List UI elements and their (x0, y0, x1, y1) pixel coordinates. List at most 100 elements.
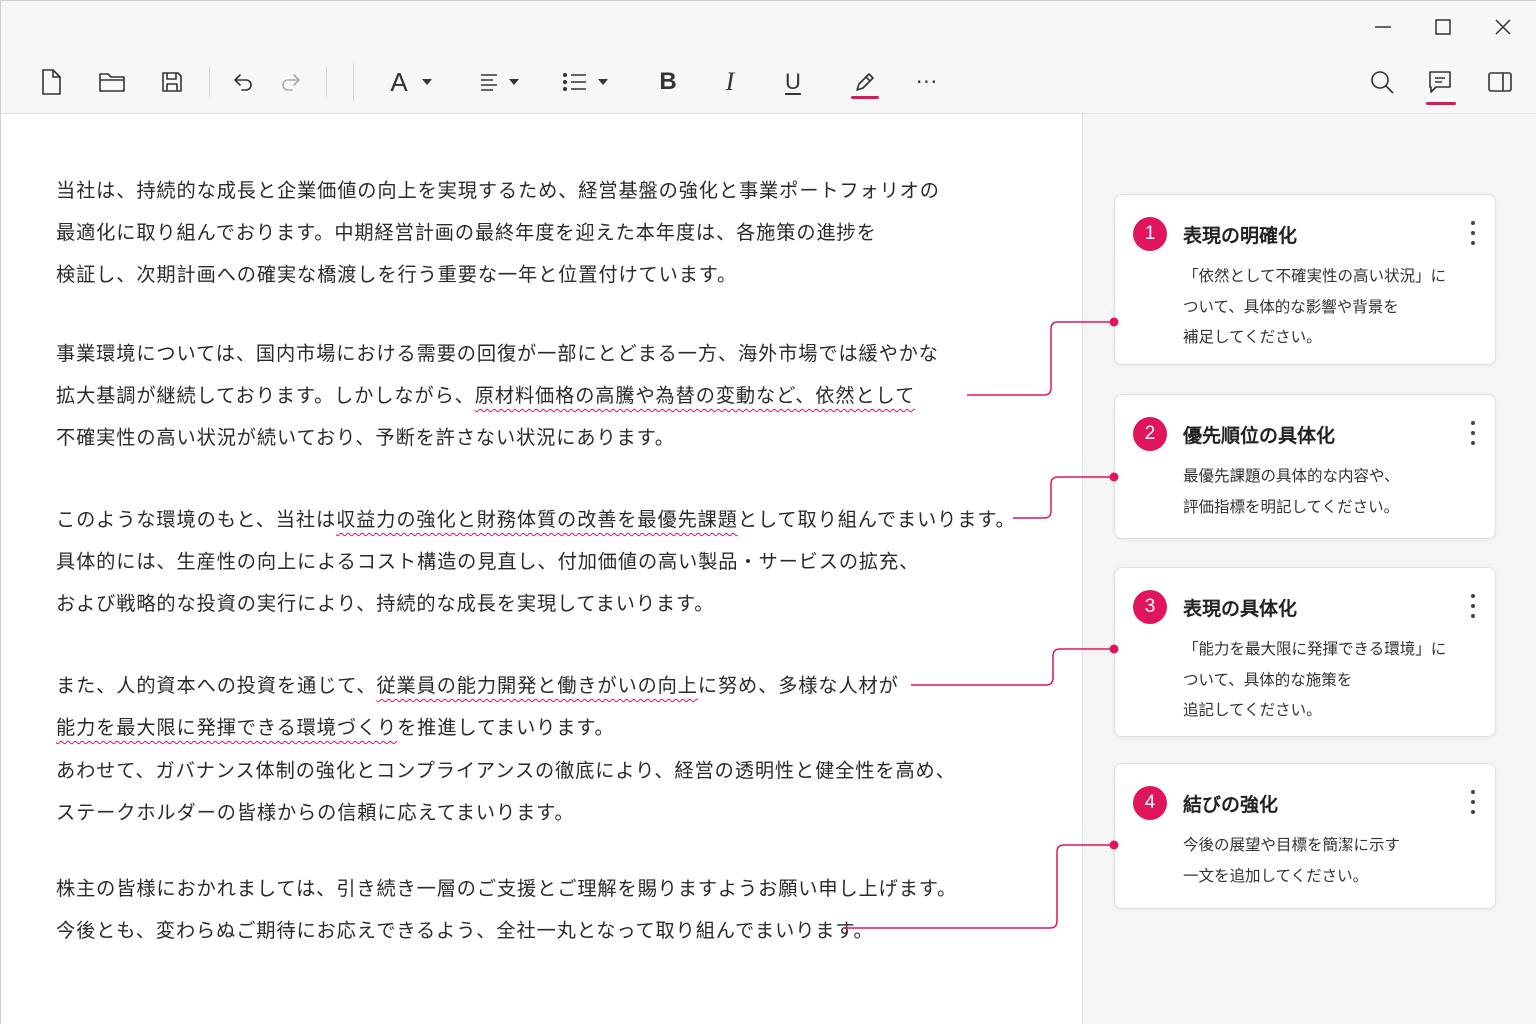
maximize-icon (1435, 19, 1451, 35)
paragraph-line: 検証し、次期計画への確実な橋渡しを行う重要な一年と位置付けています。 (56, 263, 738, 286)
comment-title: 優先順位の具体化 (1183, 425, 1336, 447)
comment-body: 今後の展望や目標を簡潔に示す 一文を追加してください。 (1183, 830, 1400, 891)
comment-number-badge: 4 (1133, 786, 1167, 820)
maximize-button[interactable] (1423, 11, 1463, 43)
comment-card-4[interactable]: 4 結びの強化 今後の展望や目標を簡潔に示す 一文を追加してください。 (1114, 763, 1496, 909)
flagged-phrase-3a[interactable]: 従業員の能力開発と働きがいの向上 (376, 674, 697, 697)
underline-button[interactable]: U (779, 63, 807, 101)
paragraph-line: 拡大基調が継続しております。しかしながら、原材料価格の高騰や為替の変動など、依然… (56, 380, 915, 408)
comment-body-line: 最優先課題の具体的な内容や、 (1183, 467, 1400, 485)
kebab-menu-icon[interactable] (1469, 594, 1477, 618)
flagged-phrase-2[interactable]: 収益力の強化と財務体質の改善を最優先課題 (336, 508, 738, 531)
toolbar-divider (353, 63, 354, 101)
close-icon (1495, 19, 1511, 35)
comment-card-3[interactable]: 3 表現の具体化 「能力を最大限に発揮できる環境」に ついて、具体的な施策を 追… (1114, 567, 1496, 737)
comment-body-line: 今後の展望や目標を簡潔に示す (1183, 836, 1401, 854)
paragraph-line: 具体的には、生産性の向上によるコスト構造の見直し、付加価値の高い製品・サービスの… (56, 550, 920, 573)
redo-icon (282, 74, 300, 91)
paragraph-line: 当社は、持続的な成長と企業価値の向上を実現するため、経営基盤の強化と事業ポートフ… (56, 179, 940, 202)
comment-title: 表現の具体化 (1183, 598, 1298, 620)
comment-body-line: ついて、具体的な施策を (1183, 670, 1353, 689)
paragraph-line: 不確実性の高い状況が続いており、予断を許さない状況にあります。 (56, 426, 675, 449)
bold-button[interactable]: B (655, 63, 681, 101)
align-left-icon (481, 74, 497, 91)
app-window: A B I U ··· 当社は、持続的な成長と企業価値の向上を実現するため、経営… (0, 0, 1536, 1024)
paragraph-line: 株主の皆様におかれましては、引き続き一層のご支援とご理解を賜りますようお願い申し… (56, 877, 958, 900)
comment-body-line: 「能力を最大限に発揮できる環境」に (1183, 640, 1447, 658)
highlight-active-indicator (851, 96, 879, 99)
text-segment: このような環境のもと、当社は (56, 508, 337, 531)
more-options-button[interactable]: ··· (911, 63, 943, 101)
comments-button[interactable] (1425, 63, 1455, 101)
new-file-icon (42, 69, 61, 95)
comment-number-badge: 3 (1133, 590, 1167, 624)
kebab-menu-icon[interactable] (1469, 421, 1477, 445)
paragraph-line: 今後とも、変わらぬご期待にお応えできるよう、全社一丸となって取り組んでまいります… (56, 919, 874, 942)
list-dropdown[interactable] (558, 63, 614, 101)
paragraph-line: 最適化に取り組んでおります。中期経営計画の最終年度を迎えた本年度は、各施策の進捗… (56, 221, 877, 244)
new-file-button[interactable] (37, 63, 65, 101)
text-segment: に努め、多様な人材が (697, 674, 899, 697)
flagged-phrase-3b[interactable]: 能力を最大限に発揮できる環境づくり (56, 716, 397, 739)
text-segment: また、人的資本への投資を通じて、 (56, 674, 377, 697)
comment-body-line: 一文を追加してください。 (1183, 866, 1369, 885)
chevron-down-icon (598, 79, 608, 85)
italic-button[interactable]: I (717, 63, 743, 101)
close-button[interactable] (1483, 11, 1523, 43)
paragraph-line: および戦略的な投資の実行により、持続的な成長を実現してまいります。 (56, 592, 715, 615)
paragraph-line: また、人的資本への投資を通じて、従業員の能力開発と働きがいの向上に努め、多様な人… (56, 670, 899, 698)
comment-card-1[interactable]: 1 表現の明確化 「依然として不確実性の高い状況」に ついて、具体的な影響や背景… (1114, 194, 1496, 365)
open-folder-button[interactable] (97, 63, 127, 101)
underline-label: U (785, 69, 801, 94)
redo-button[interactable] (277, 63, 305, 101)
comment-body: 「能力を最大限に発揮できる環境」に ついて、具体的な施策を 追記してください。 (1183, 634, 1446, 726)
kebab-menu-icon[interactable] (1469, 790, 1477, 814)
paragraph-line: あわせて、ガバナンス体制の強化とコンプライアンスの徹底により、経営の透明性と健全… (56, 759, 956, 782)
paragraph-line: このような環境のもと、当社は収益力の強化と財務体質の改善を最優先課題として取り組… (56, 504, 1016, 532)
bold-label: B (659, 68, 677, 95)
comment-number-badge: 1 (1133, 217, 1167, 251)
font-dropdown[interactable]: A (383, 63, 441, 101)
comment-card-2[interactable]: 2 優先順位の具体化 最優先課題の具体的な内容や、 評価指標を明記してください。 (1114, 394, 1496, 539)
text-segment: を推進してまいります。 (397, 716, 615, 739)
comment-icon (1429, 71, 1451, 93)
text-segment: 拡大基調が継続しております。しかしながら、 (56, 384, 475, 407)
comment-body-line: ついて、具体的な影響や背景を (1183, 297, 1399, 316)
comment-body-line: 補足してください。 (1183, 328, 1322, 346)
sidebar-toggle-button[interactable] (1485, 63, 1515, 101)
font-label: A (390, 66, 408, 97)
undo-button[interactable] (229, 63, 257, 101)
comment-body-line: 評価指標を明記してください。 (1183, 497, 1400, 516)
paragraph-line: 能力を最大限に発揮できる環境づくりを推進してまいります。 (56, 712, 615, 740)
undo-icon (234, 74, 252, 91)
folder-icon (99, 73, 125, 92)
paragraph-line: 事業環境については、国内市場における需要の回復が一部にとどまる一方、海外市場では… (56, 342, 939, 365)
minimize-button[interactable] (1363, 11, 1403, 43)
flagged-phrase-1[interactable]: 原材料価格の高騰や為替の変動など、依然として (475, 384, 915, 407)
kebab-menu-icon[interactable] (1469, 221, 1477, 245)
toolbar-divider (209, 67, 210, 97)
toolbar-divider (326, 67, 327, 97)
toolbar: A B I U ··· (1, 1, 1536, 114)
bullet-list-icon (563, 73, 586, 91)
chevron-down-icon (421, 79, 432, 85)
text-segment: として取り組んでまいります。 (737, 508, 1016, 531)
comment-number-badge: 2 (1133, 417, 1167, 451)
search-icon (1371, 71, 1394, 94)
sidebar-panel-icon (1488, 72, 1512, 92)
search-button[interactable] (1367, 63, 1397, 101)
more-label: ··· (915, 70, 939, 94)
save-icon (162, 72, 182, 92)
comments-active-indicator (1426, 102, 1456, 105)
paragraph-line: ステークホルダーの皆様からの信頼に応えてまいります。 (56, 801, 575, 824)
italic-label: I (725, 67, 735, 96)
comment-body: 最優先課題の具体的な内容や、 評価指標を明記してください。 (1183, 461, 1400, 522)
comment-body-line: 追記してください。 (1183, 701, 1322, 719)
comment-body-line: 「依然として不確実性の高い状況」に (1183, 267, 1447, 285)
save-button[interactable] (158, 63, 186, 101)
chevron-down-icon (509, 79, 519, 85)
comment-body: 「依然として不確実性の高い状況」に ついて、具体的な影響や背景を 補足してくださ… (1183, 261, 1446, 353)
align-dropdown[interactable] (475, 63, 525, 101)
minimize-icon (1375, 26, 1391, 28)
highlighter-icon (856, 73, 874, 91)
